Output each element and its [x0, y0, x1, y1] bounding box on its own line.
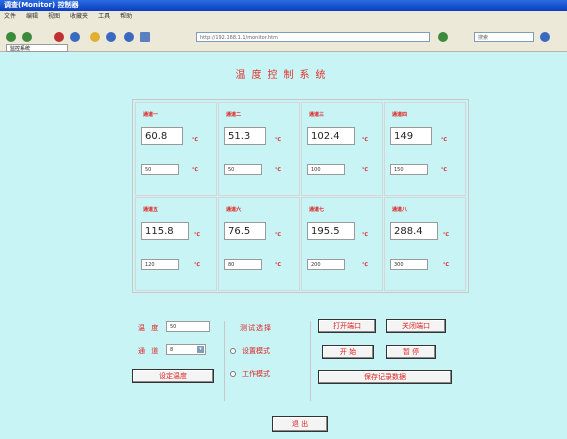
channel-setpoint-input[interactable]: 150: [390, 164, 428, 175]
channel-unit: ℃: [275, 232, 282, 238]
channel-unit: ℃: [443, 232, 450, 238]
channel-label: 通道八: [392, 207, 408, 213]
channel-setpoint-input[interactable]: 120: [141, 259, 179, 270]
refresh-icon[interactable]: [70, 32, 80, 42]
channel-panel: 通道四 149 ℃ 150 ℃: [384, 102, 466, 196]
channel-label: 通道三: [309, 112, 325, 118]
print-icon[interactable]: [140, 32, 150, 42]
channel-value: 76.5: [224, 222, 266, 240]
mode-option-setting: 设置模式: [242, 347, 270, 355]
address-bar[interactable]: http://192.168.1.1/monitor.htm: [196, 32, 430, 42]
favorites-icon[interactable]: [90, 32, 100, 42]
channel-select-label: 通 道: [138, 347, 161, 355]
channel-label: 通道二: [226, 112, 242, 118]
set-temp-button[interactable]: 设定温度: [132, 369, 214, 383]
channel-select-value: 8: [170, 347, 174, 353]
menu-help[interactable]: 帮助: [120, 11, 132, 22]
channel-label: 通道四: [392, 112, 408, 118]
setpoint-unit: ℃: [192, 167, 199, 173]
channel-setpoint-input[interactable]: 50: [141, 164, 179, 175]
page-title: 温度控制系统: [235, 70, 332, 81]
setpoint-unit: ℃: [441, 167, 448, 173]
close-port-button[interactable]: 关闭端口: [386, 319, 446, 333]
channel-unit: ℃: [441, 137, 448, 143]
history-icon[interactable]: [106, 32, 116, 42]
temp-input[interactable]: 50: [166, 321, 210, 332]
divider: [310, 321, 311, 401]
channel-value: 288.4: [390, 222, 438, 240]
save-data-button[interactable]: 保存记录数据: [318, 370, 452, 384]
mode-radio-setting[interactable]: [230, 348, 236, 354]
channel-value: 51.3: [224, 127, 266, 145]
pause-button[interactable]: 暂 停: [386, 345, 436, 359]
setpoint-unit: ℃: [362, 167, 369, 173]
back-icon[interactable]: [6, 32, 16, 42]
setpoint-unit: ℃: [362, 262, 369, 268]
mode-radio-work[interactable]: [230, 371, 236, 377]
start-button[interactable]: 开 始: [322, 345, 374, 359]
stop-icon[interactable]: [54, 32, 64, 42]
search-icon[interactable]: [540, 32, 550, 42]
setpoint-unit: ℃: [443, 262, 450, 268]
channel-setpoint-input[interactable]: 200: [307, 259, 345, 270]
channel-value: 60.8: [141, 127, 183, 145]
channel-label: 通道五: [143, 207, 159, 213]
divider: [224, 321, 225, 401]
menu-favorites[interactable]: 收藏夹: [70, 11, 88, 22]
mode-option-work: 工作模式: [242, 370, 270, 378]
control-panel: 温 度 50 通 道 8 ▾ 设定温度 测试选择 设置模式 工作模式 打开端口 …: [132, 309, 467, 401]
channel-panel: 通道二 51.3 ℃ 50 ℃: [218, 102, 300, 196]
channel-value: 102.4: [307, 127, 355, 145]
channel-label: 通道六: [226, 207, 242, 213]
setpoint-unit: ℃: [275, 167, 282, 173]
channel-setpoint-input[interactable]: 80: [224, 259, 262, 270]
channel-panel: 通道七 195.5 ℃ 200 ℃: [301, 197, 383, 291]
window-title: 调查(Monitor) 控制器: [4, 1, 79, 9]
channel-select[interactable]: 8 ▾: [166, 344, 206, 355]
channel-value: 149: [390, 127, 432, 145]
tab-monitor[interactable]: 监控系统: [6, 44, 68, 52]
channel-setpoint-input[interactable]: 100: [307, 164, 345, 175]
channel-unit: ℃: [362, 232, 369, 238]
menu-view[interactable]: 视图: [48, 11, 60, 22]
channel-value: 195.5: [307, 222, 355, 240]
channel-unit: ℃: [194, 232, 201, 238]
menu-edit[interactable]: 编辑: [26, 11, 38, 22]
channel-label: 通道一: [143, 112, 159, 118]
menu-bar: 文件 编辑 视图 收藏夹 工具 帮助: [0, 11, 567, 22]
channel-unit: ℃: [275, 137, 282, 143]
channel-label: 通道七: [309, 207, 325, 213]
mode-title: 测试选择: [240, 324, 272, 332]
mail-icon[interactable]: [124, 32, 134, 42]
open-port-button[interactable]: 打开端口: [318, 319, 376, 333]
channel-unit: ℃: [362, 137, 369, 143]
exit-button[interactable]: 退 出: [272, 416, 328, 432]
window-titlebar: 调查(Monitor) 控制器: [0, 0, 567, 11]
channel-panel: 通道三 102.4 ℃ 100 ℃: [301, 102, 383, 196]
channel-panel: 通道八 288.4 ℃ 300 ℃: [384, 197, 466, 291]
channel-grid: 通道一 60.8 ℃ 50 ℃ 通道二 51.3 ℃ 50 ℃ 通道三 102.…: [132, 99, 469, 293]
channel-setpoint-input[interactable]: 50: [224, 164, 262, 175]
channel-setpoint-input[interactable]: 300: [390, 259, 428, 270]
temp-label: 温 度: [138, 324, 161, 332]
channel-panel: 通道五 115.8 ℃ 120 ℃: [135, 197, 217, 291]
main-content: 温度控制系统 通道一 60.8 ℃ 50 ℃ 通道二 51.3 ℃ 50 ℃ 通…: [0, 52, 567, 439]
setpoint-unit: ℃: [275, 262, 282, 268]
go-icon[interactable]: [438, 32, 448, 42]
channel-value: 115.8: [141, 222, 189, 240]
chevron-down-icon[interactable]: ▾: [197, 346, 204, 353]
browser-toolbar: http://192.168.1.1/monitor.htm 搜索 监控系统: [0, 22, 567, 52]
setpoint-unit: ℃: [194, 262, 201, 268]
channel-panel: 通道六 76.5 ℃ 80 ℃: [218, 197, 300, 291]
channel-unit: ℃: [192, 137, 199, 143]
search-box[interactable]: 搜索: [474, 32, 534, 42]
menu-tools[interactable]: 工具: [98, 11, 110, 22]
menu-file[interactable]: 文件: [4, 11, 16, 22]
channel-panel: 通道一 60.8 ℃ 50 ℃: [135, 102, 217, 196]
forward-icon[interactable]: [22, 32, 32, 42]
